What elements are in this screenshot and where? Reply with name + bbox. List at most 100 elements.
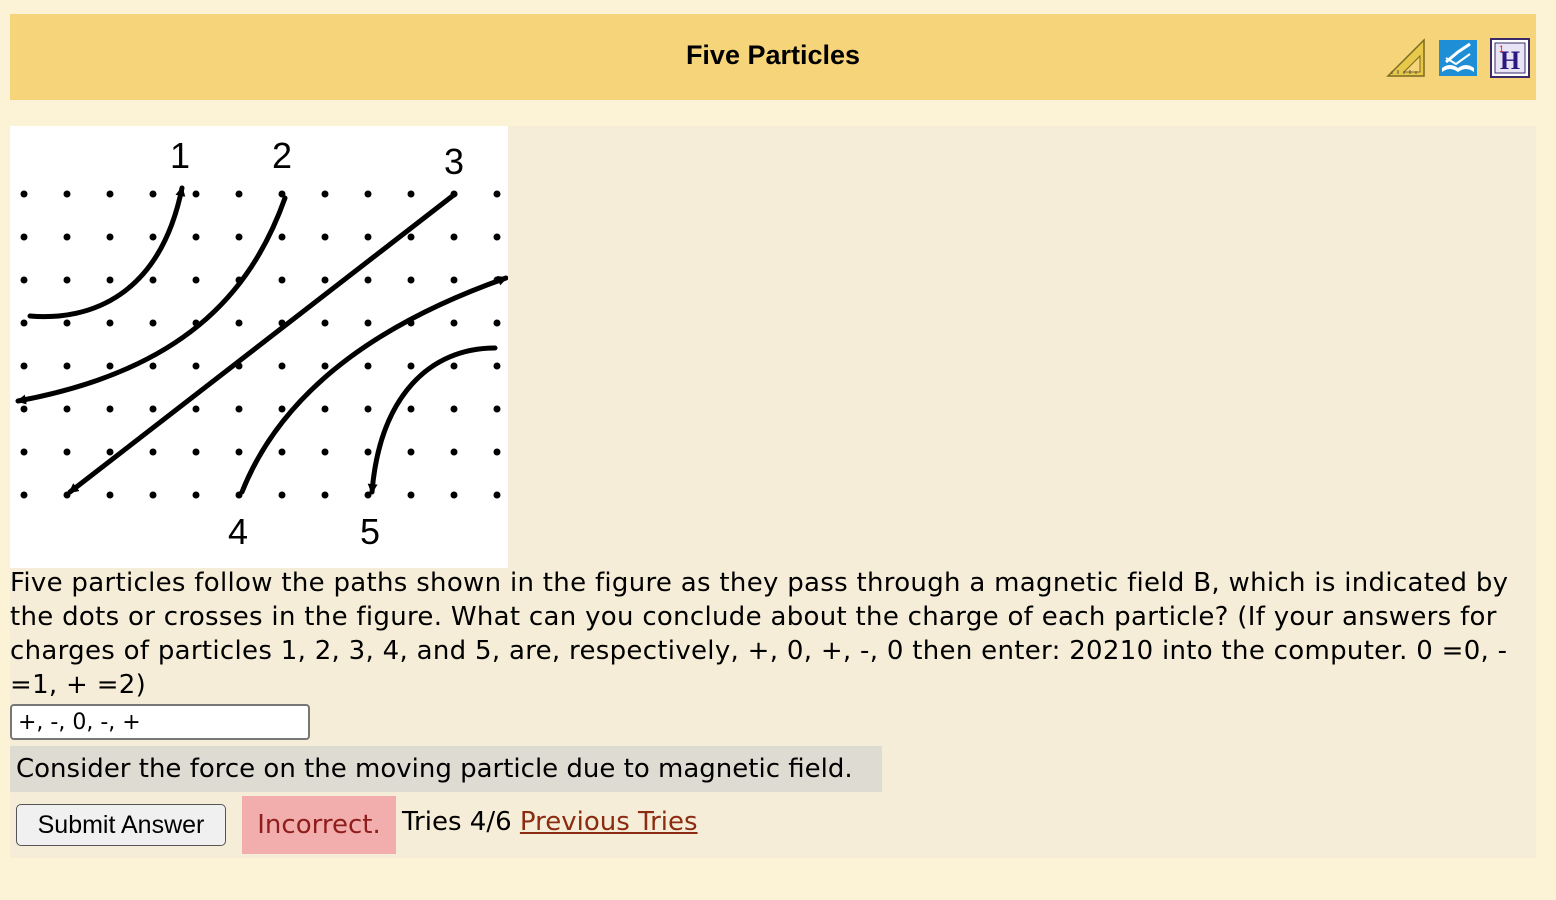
field-dot [106, 233, 114, 241]
field-dot [20, 405, 28, 413]
field-dot [63, 233, 71, 241]
field-dot [149, 233, 157, 241]
particle-1-label: 1 [170, 135, 190, 176]
field-dot [321, 190, 329, 198]
field-dot [149, 405, 157, 413]
tries-count: Tries 4/6 [402, 807, 512, 837]
field-dot [493, 491, 501, 499]
field-dot [450, 491, 458, 499]
field-dot [450, 362, 458, 370]
particle-1-path [27, 185, 186, 320]
submit-answer-button[interactable]: Submit Answer [16, 804, 226, 846]
field-dot [149, 190, 157, 198]
field-dot [493, 233, 501, 241]
particle-2-path [15, 195, 288, 405]
triangle-ruler-icon[interactable] [1386, 38, 1426, 78]
hint-h-icon[interactable]: H 1 [1490, 38, 1530, 78]
field-dot [63, 362, 71, 370]
field-dot [450, 405, 458, 413]
svg-text:1: 1 [1499, 44, 1504, 54]
field-dot [192, 405, 200, 413]
field-dot [321, 276, 329, 284]
particle-5-label: 5 [360, 511, 380, 552]
field-dot [493, 362, 501, 370]
field-dot [235, 448, 243, 456]
field-dot [106, 491, 114, 499]
field-dot [278, 362, 286, 370]
answer-input[interactable] [10, 704, 310, 740]
field-dot [192, 233, 200, 241]
field-dot [407, 190, 415, 198]
field-dot [149, 276, 157, 284]
particle-2-label: 2 [272, 135, 292, 176]
field-dot [278, 491, 286, 499]
tries-info: Tries 4/6 Previous Tries [402, 807, 698, 837]
particle-5-path [367, 345, 498, 495]
hint-message: Consider the force on the moving particl… [10, 746, 882, 792]
field-dot [493, 405, 501, 413]
field-dot [20, 491, 28, 499]
field-dot [278, 448, 286, 456]
field-dot [278, 405, 286, 413]
field-dot [364, 276, 372, 284]
field-dot [149, 491, 157, 499]
field-dot [493, 190, 501, 198]
header-icons: H 1 [1386, 38, 1530, 78]
field-dot [192, 190, 200, 198]
field-dot [106, 362, 114, 370]
field-dot [149, 448, 157, 456]
field-dot [106, 319, 114, 327]
field-dot [235, 405, 243, 413]
field-dot [192, 276, 200, 284]
field-dot [407, 233, 415, 241]
field-dot [149, 362, 157, 370]
field-dot [493, 319, 501, 327]
field-dot [192, 448, 200, 456]
particle-3-label: 3 [444, 141, 464, 182]
field-dot [235, 319, 243, 327]
field-dot [278, 233, 286, 241]
incorrect-status: Incorrect. [242, 796, 396, 854]
particle-4-label: 4 [228, 511, 248, 552]
field-dot [235, 190, 243, 198]
field-dot [321, 362, 329, 370]
field-dot [192, 362, 200, 370]
field-dot [235, 233, 243, 241]
field-dot [20, 190, 28, 198]
field-dot [364, 190, 372, 198]
field-dot [20, 448, 28, 456]
field-dot [493, 448, 501, 456]
field-dot [407, 362, 415, 370]
header-bar: Five Particles H 1 [10, 14, 1536, 100]
field-dot [450, 233, 458, 241]
field-dot [364, 319, 372, 327]
field-dot [321, 233, 329, 241]
page-title: Five Particles [685, 40, 861, 70]
field-dot [407, 276, 415, 284]
field-dot [192, 491, 200, 499]
field-dot [20, 276, 28, 284]
field-dot [364, 362, 372, 370]
field-dot [106, 190, 114, 198]
field-dot [63, 276, 71, 284]
field-dot [20, 233, 28, 241]
field-dot [321, 319, 329, 327]
field-dot [20, 319, 28, 327]
field-dot [106, 448, 114, 456]
question-text: Five particles follow the paths shown in… [10, 568, 1509, 700]
book-icon[interactable] [1438, 38, 1478, 78]
field-dot [450, 448, 458, 456]
field-dot [278, 276, 286, 284]
field-dot [63, 190, 71, 198]
problem-panel: 1 2 3 4 5 Five particles follow the path… [10, 126, 1536, 858]
field-dot [364, 405, 372, 413]
field-dot [407, 405, 415, 413]
previous-tries-link[interactable]: Previous Tries [520, 807, 698, 837]
field-dot [106, 405, 114, 413]
field-dot [20, 362, 28, 370]
field-dot [407, 491, 415, 499]
field-dot [450, 276, 458, 284]
field-dot [321, 491, 329, 499]
field-dot [106, 276, 114, 284]
field-dot [364, 448, 372, 456]
